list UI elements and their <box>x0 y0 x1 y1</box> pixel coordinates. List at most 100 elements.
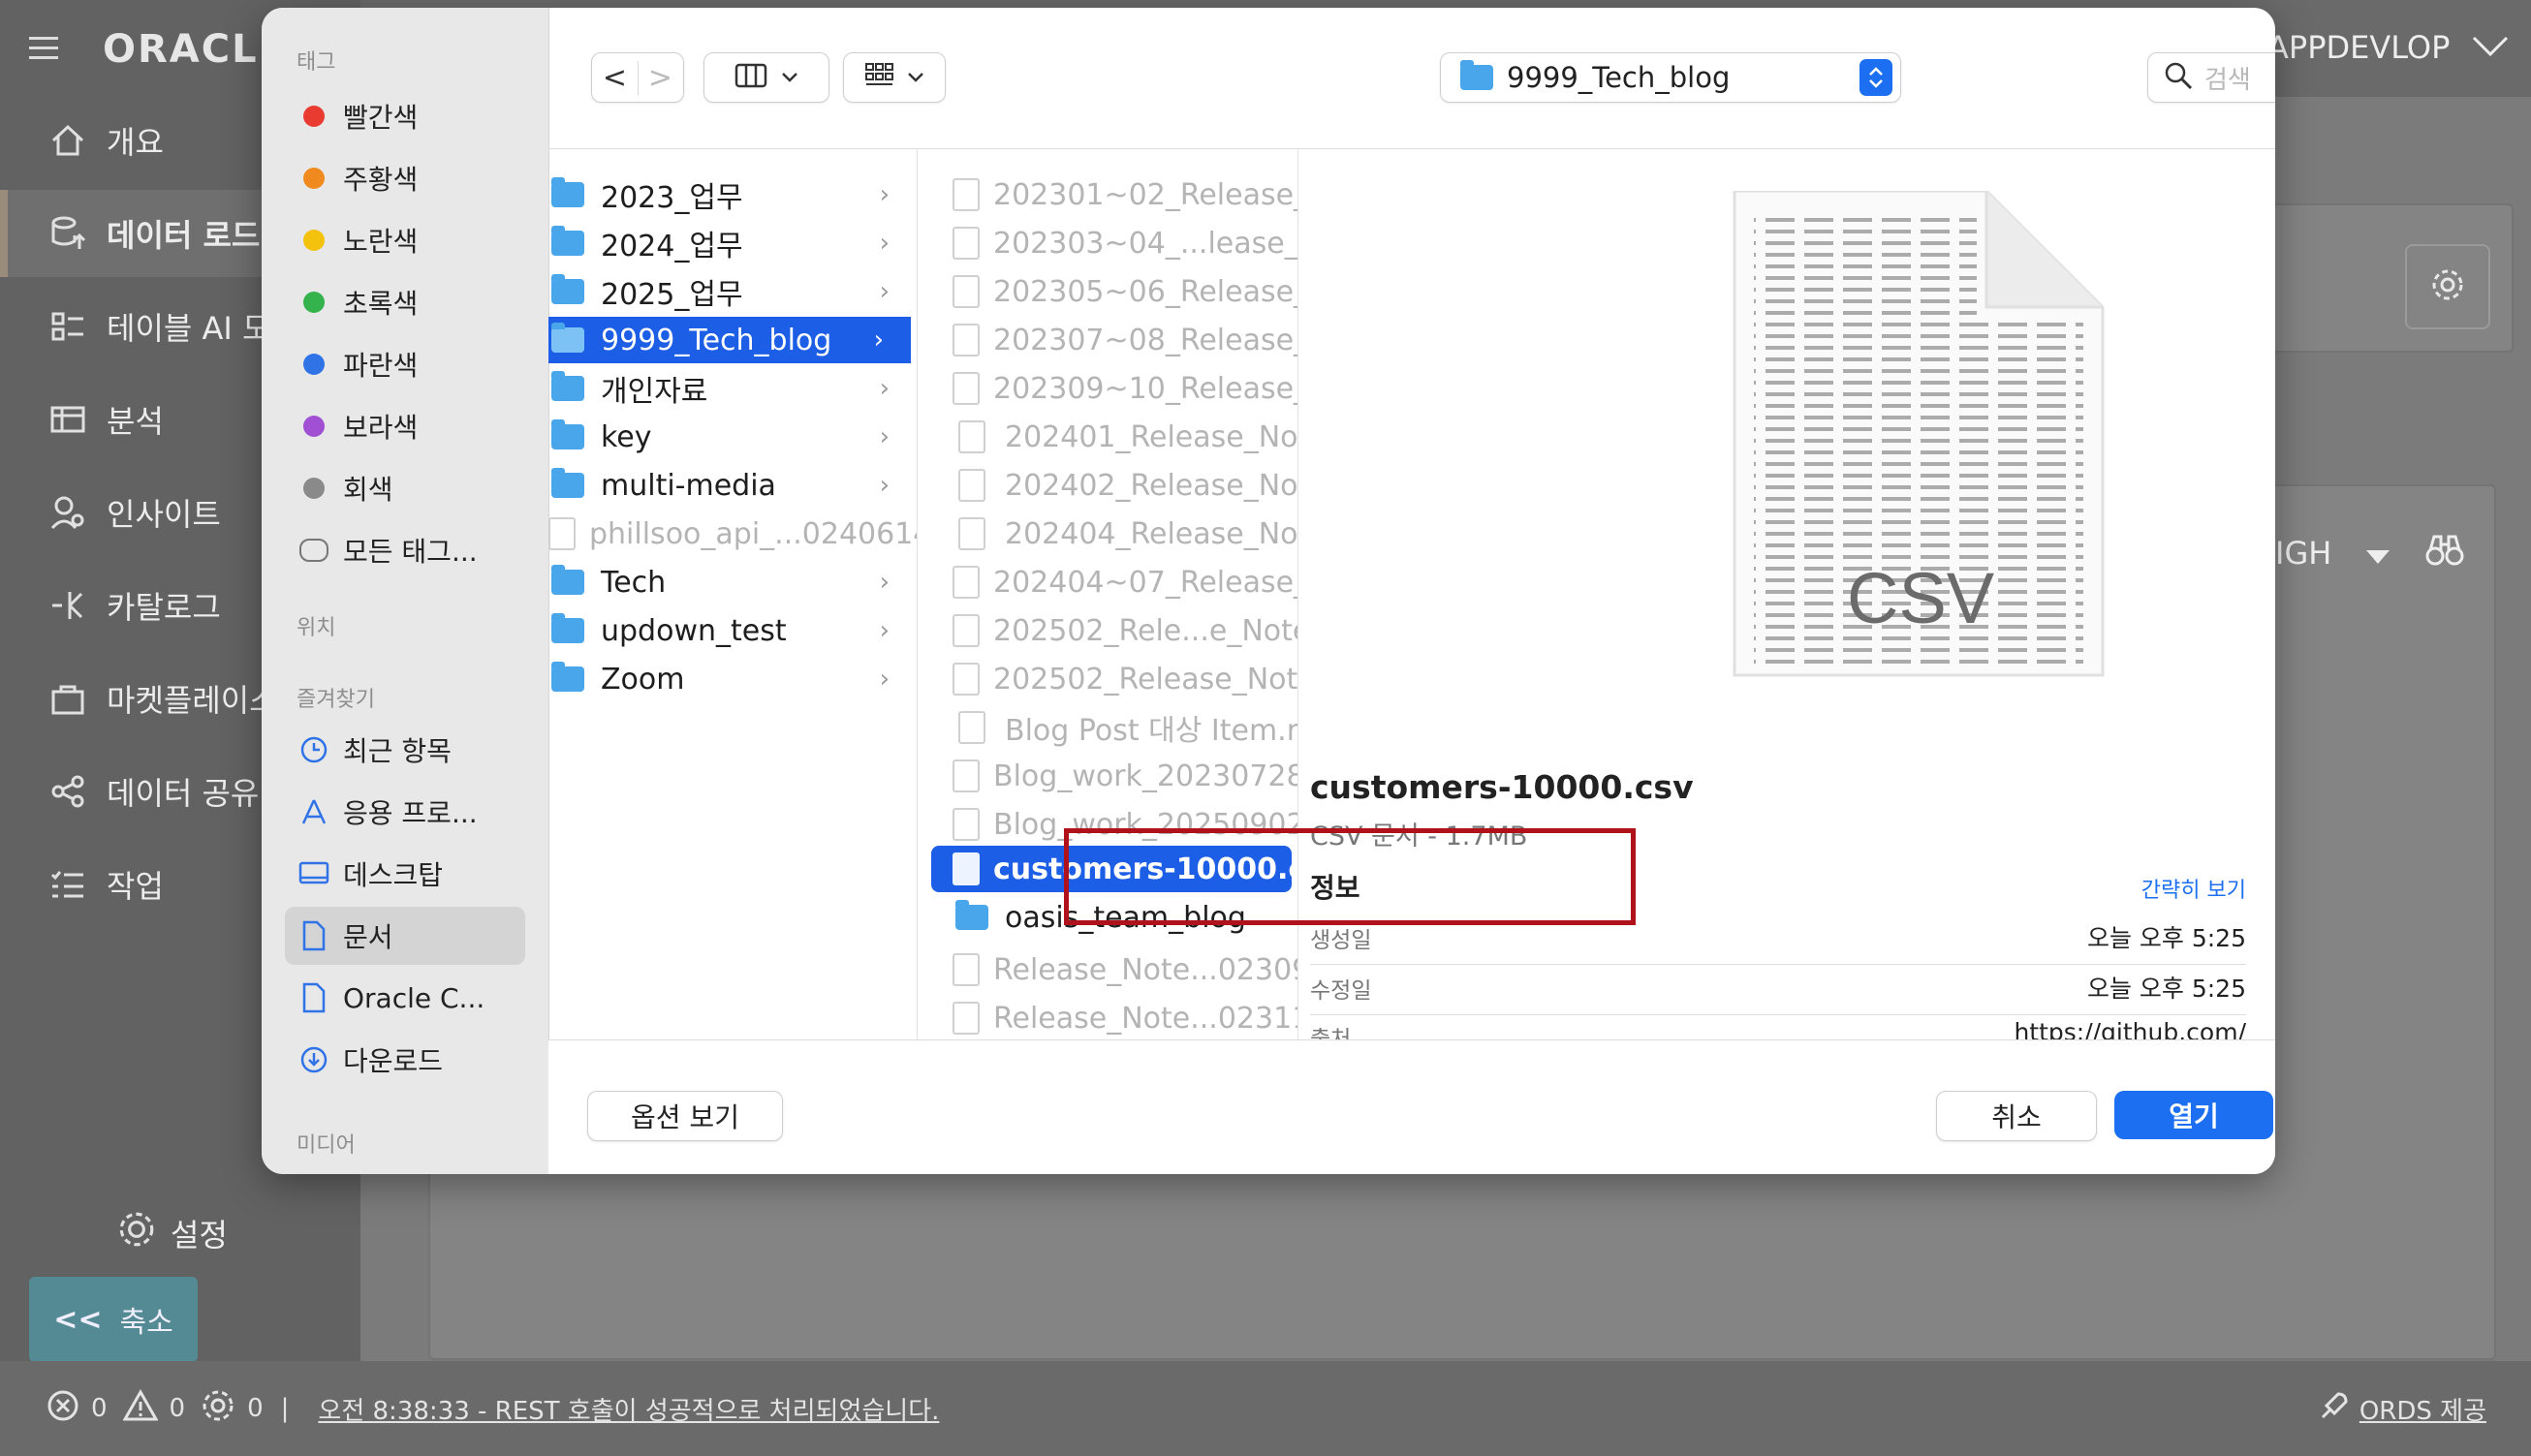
folder-row[interactable]: multi-media › <box>548 462 917 509</box>
pages-file-icon <box>958 420 985 453</box>
file-row-disabled: Blog_work_20230728.pptx <box>918 753 1297 799</box>
consumer-group-select[interactable]: IGH <box>2275 535 2390 572</box>
file-row-disabled: 202307~08_Release_Note.rtf <box>918 317 1297 363</box>
tag-label: 주황색 <box>343 164 419 196</box>
favorite-label: 문서 <box>343 921 393 953</box>
folder-icon <box>551 662 584 692</box>
error-count: 0 <box>91 1394 108 1423</box>
info-value: 오늘 오후 5:25 <box>2086 924 2246 952</box>
folder-row[interactable]: 2023_업무 › <box>548 171 917 218</box>
favorite-oracle-cloud[interactable]: Oracle C... <box>285 969 525 1027</box>
home-icon <box>39 121 97 160</box>
file-row-disabled: 202303~04_...lease_Note.rtf <box>918 220 1297 266</box>
nav-label: 분석 <box>107 403 164 440</box>
tag-purple[interactable]: 보라색 <box>285 397 525 455</box>
folder-icon <box>551 419 584 449</box>
file-row-disabled: 202301~02_Release_Note.rtf <box>918 171 1297 218</box>
tag-orange[interactable]: 주황색 <box>285 149 525 207</box>
folder-name: key <box>601 419 652 454</box>
back-button[interactable]: < <box>593 60 639 95</box>
current-folder-name: 9999_Tech_blog <box>1507 61 1731 94</box>
file-name: 202502_Release_Note.pptx <box>993 662 1298 697</box>
double-chevron-left-icon: << <box>53 1302 103 1337</box>
locations-header: 위치 <box>297 616 336 640</box>
file-name: 202402_Release_Note <box>1005 468 1298 503</box>
show-options-button[interactable]: 옵션 보기 <box>587 1091 783 1141</box>
pptx-file-icon <box>953 663 980 696</box>
file-name: 202404~07_Release_Note <box>993 565 1297 600</box>
info-row-source: 출처 https://github.com/ <box>1310 1014 2246 1039</box>
favorite-applications[interactable]: 응용 프로... <box>285 783 525 841</box>
folder-icon <box>551 177 584 207</box>
user-menu[interactable]: APPDEVLOP <box>2267 29 2510 66</box>
search-field[interactable]: 검색 <box>2147 52 2275 103</box>
tag-green[interactable]: 초록색 <box>285 273 525 331</box>
tag-label: 노란색 <box>343 226 419 258</box>
folder-row[interactable]: Tech › <box>548 559 917 605</box>
collapse-button[interactable]: << 축소 <box>29 1277 198 1362</box>
favorite-downloads[interactable]: 다운로드 <box>285 1031 525 1089</box>
rtf-file-icon <box>953 275 980 308</box>
settings-link[interactable]: 설정 <box>116 1209 228 1257</box>
document-icon <box>285 920 343 951</box>
settings-gear-button[interactable] <box>2405 244 2490 329</box>
binoculars-icon[interactable] <box>2424 533 2465 572</box>
nav-label: 개요 <box>107 124 164 161</box>
folder-row[interactable]: 개인자료 › <box>548 365 917 412</box>
tags-header: 태그 <box>297 50 336 75</box>
search-icon <box>2164 61 2193 94</box>
tag-yellow[interactable]: 노란색 <box>285 211 525 269</box>
view-mode-button[interactable] <box>703 52 829 103</box>
dialog-footer: 옵션 보기 취소 열기 <box>548 1039 2275 1174</box>
folder-icon <box>551 371 584 401</box>
favorite-label: Oracle C... <box>343 981 485 1014</box>
tag-gray[interactable]: 회색 <box>285 459 525 517</box>
tag-red[interactable]: 빨간색 <box>285 87 525 145</box>
nav-label: 테이블 AI 도 <box>107 310 271 347</box>
location-popup[interactable]: 9999_Tech_blog <box>1440 52 1901 103</box>
show-less-link[interactable]: 간략히 보기 <box>2074 873 2246 904</box>
divider: | <box>280 1394 290 1423</box>
folder-icon <box>551 565 584 595</box>
folder-row[interactable]: key › <box>548 414 917 460</box>
folder-row[interactable]: 2025_업무 › <box>548 268 917 315</box>
chevron-right-icon: › <box>879 229 890 258</box>
favorite-recents[interactable]: 최근 항목 <box>285 721 525 779</box>
status-message[interactable]: 오전 8:38:33 - REST 호출이 성공적으로 처리되었습니다. <box>318 1391 939 1427</box>
forward-button[interactable]: > <box>639 61 683 95</box>
chevron-right-icon: › <box>879 568 890 597</box>
settings-label: 설정 <box>171 1217 228 1254</box>
info-row-modified: 수정일 오늘 오후 5:25 <box>1310 964 2246 1015</box>
cancel-button[interactable]: 취소 <box>1936 1091 2097 1141</box>
folder-icon <box>551 468 584 498</box>
ords-link[interactable]: ORDS 제공 <box>2319 1390 2486 1428</box>
tag-color-dot <box>303 292 325 313</box>
folder-row[interactable]: 2024_업무 › <box>548 220 917 266</box>
media-header: 미디어 <box>297 1133 356 1158</box>
favorite-label: 최근 항목 <box>343 735 452 767</box>
tag-color-dot <box>303 230 325 251</box>
folder-name: 9999_Tech_blog <box>601 323 832 357</box>
grid-icon <box>864 62 895 93</box>
folder-name: 개인자료 <box>601 375 708 409</box>
all-tags[interactable]: 모든 태그... <box>285 521 525 579</box>
favorite-desktop[interactable]: 데스크탑 <box>285 845 525 903</box>
hamburger-icon[interactable] <box>29 37 58 60</box>
chevron-right-icon: › <box>879 374 890 403</box>
jobs-icon <box>39 865 97 904</box>
group-by-button[interactable] <box>843 52 946 103</box>
file-name: 202301~02_Release_Note.rtf <box>993 177 1297 212</box>
search-placeholder: 검색 <box>2204 65 2251 95</box>
tag-blue[interactable]: 파란색 <box>285 335 525 393</box>
favorite-documents[interactable]: 문서 <box>285 907 525 965</box>
folder-row[interactable]: updown_test › <box>548 607 917 654</box>
folder-icon <box>551 226 584 256</box>
folder-row-selected[interactable]: 9999_Tech_blog › <box>548 317 911 363</box>
file-row-disabled: 202404_Release_Note <box>918 511 1297 557</box>
error-icon <box>47 1389 79 1429</box>
open-button[interactable]: 열기 <box>2114 1091 2273 1139</box>
tag-color-dot <box>303 168 325 189</box>
info-key: 수정일 <box>1310 978 1372 1004</box>
folder-row[interactable]: Zoom › <box>548 656 917 702</box>
rtf-file-icon <box>953 227 980 260</box>
